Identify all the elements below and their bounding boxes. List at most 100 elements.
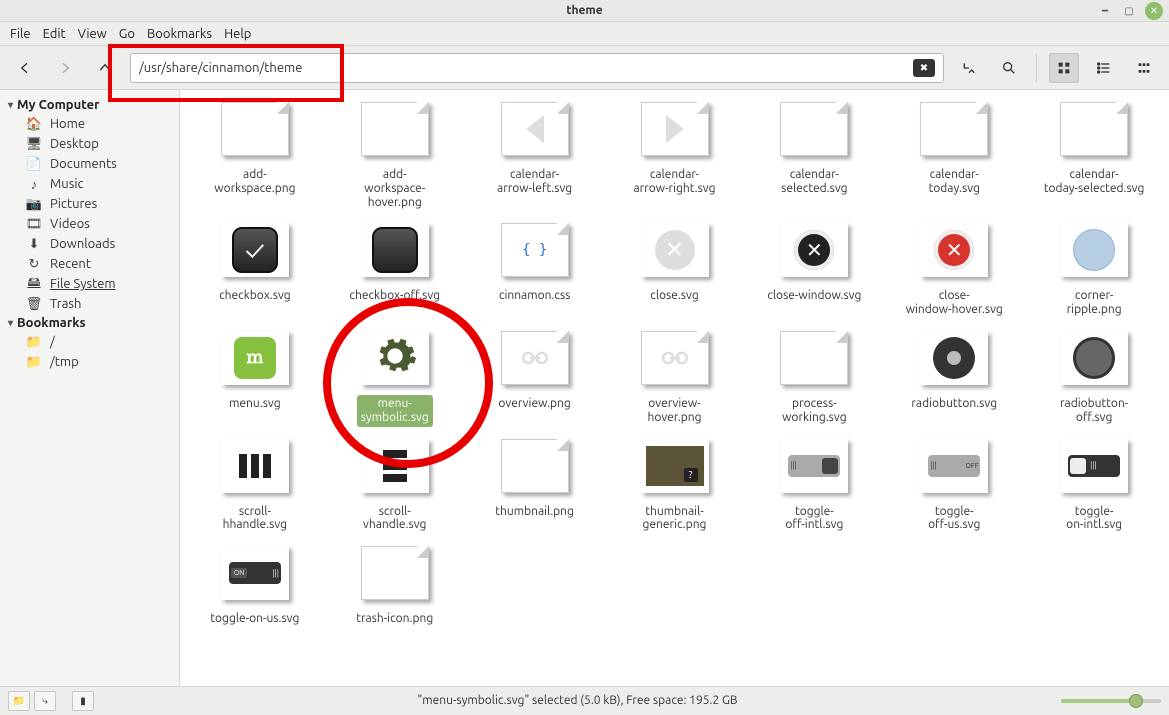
file-item[interactable]: |||OFFtoggle-off-us.svg	[885, 433, 1023, 541]
menu-view[interactable]: View	[78, 27, 107, 41]
file-item[interactable]: thumbnail.png	[466, 433, 604, 541]
menu-file[interactable]: File	[10, 27, 31, 41]
sidebar: My Computer 🏠Home 🖥Desktop 📄Documents ♪M…	[0, 90, 180, 686]
file-item[interactable]: overview.png	[466, 325, 604, 433]
minimize-button[interactable]: ━	[1097, 3, 1113, 19]
sidebar-head-bookmarks[interactable]: Bookmarks	[0, 314, 179, 332]
file-thumbnail: ✕	[641, 223, 709, 277]
file-item[interactable]: scroll-hhandle.svg	[186, 433, 324, 541]
recent-icon: ↻	[26, 257, 42, 271]
icon-view-button[interactable]	[1049, 53, 1079, 83]
file-item[interactable]: ✕close-window.svg	[745, 217, 883, 325]
sidebar-item-music[interactable]: ♪Music	[0, 174, 179, 194]
file-thumbnail	[361, 102, 429, 156]
file-label: add-workspace.png	[210, 166, 299, 198]
sidebar-item-recent[interactable]: ↻Recent	[0, 254, 179, 274]
sidebar-item-desktop[interactable]: 🖥Desktop	[0, 134, 179, 154]
file-thumbnail	[501, 439, 569, 493]
file-item[interactable]: { }cinnamon.css	[466, 217, 604, 325]
file-item[interactable]: ON|||toggle-on-us.svg	[186, 540, 324, 634]
file-label: thumbnail-generic.png	[639, 503, 711, 535]
sidebar-item-tmp[interactable]: 📁/tmp	[0, 352, 179, 372]
close-button[interactable]: ✕	[1145, 2, 1163, 20]
file-thumbnail	[641, 102, 709, 156]
file-item[interactable]: corner-ripple.png	[1025, 217, 1163, 325]
sidebar-item-filesystem[interactable]: 🖴File System	[0, 274, 179, 294]
sidebar-head-mycomputer[interactable]: My Computer	[0, 96, 179, 114]
file-item[interactable]: add-workspace.png	[186, 96, 324, 217]
file-thumbnail	[920, 331, 988, 385]
zoom-slider[interactable]	[1061, 699, 1161, 703]
toggle-path-button[interactable]	[954, 53, 984, 83]
downloads-icon: ⬇	[26, 237, 42, 251]
file-thumbnail	[641, 331, 709, 385]
file-item[interactable]: trash-icon.png	[326, 540, 464, 634]
file-item[interactable]: ✓checkbox.svg	[186, 217, 324, 325]
file-item[interactable]: calendar-today.svg	[885, 96, 1023, 217]
search-button[interactable]	[994, 53, 1024, 83]
list-view-button[interactable]	[1089, 53, 1119, 83]
file-item[interactable]: |||toggle-off-intl.svg	[745, 433, 883, 541]
file-thumbnail: { }	[501, 223, 569, 277]
maximize-button[interactable]: ▢	[1121, 3, 1137, 19]
file-view[interactable]: add-workspace.png add-workspace-hover.png…	[180, 90, 1169, 686]
menubar: File Edit View Go Bookmarks Help	[0, 22, 1169, 46]
file-item[interactable]: menu-symbolic.svg	[326, 325, 464, 433]
sidebar-item-downloads[interactable]: ⬇Downloads	[0, 234, 179, 254]
file-label: calendar-today-selected.svg	[1040, 166, 1149, 198]
file-item[interactable]: process-working.svg	[745, 325, 883, 433]
window-controls: ━ ▢ ✕	[1097, 2, 1163, 20]
file-thumbnail	[361, 331, 429, 385]
menu-help[interactable]: Help	[224, 27, 251, 41]
file-label: scroll-vhandle.svg	[359, 503, 430, 535]
sidebar-item-trash[interactable]: 🗑Trash	[0, 294, 179, 314]
file-label: checkbox.svg	[215, 287, 295, 305]
file-item[interactable]: calendar-arrow-left.svg	[466, 96, 604, 217]
file-item[interactable]: |||toggle-on-intl.svg	[1025, 433, 1163, 541]
file-item[interactable]: calendar-selected.svg	[745, 96, 883, 217]
path-bar[interactable]: /usr/share/cinnamon/theme ✖	[130, 53, 944, 83]
clear-path-icon[interactable]: ✖	[913, 59, 935, 77]
file-item[interactable]: add-workspace-hover.png	[326, 96, 464, 217]
file-label: toggle-on-intl.svg	[1062, 503, 1126, 535]
file-item[interactable]: radiobutton-off.svg	[1025, 325, 1163, 433]
file-item[interactable]: ✕close.svg	[606, 217, 744, 325]
trash-icon: 🗑	[26, 297, 42, 311]
file-label: toggle-on-us.svg	[206, 610, 303, 628]
compact-view-button[interactable]	[1129, 53, 1159, 83]
window-title: theme	[566, 4, 602, 17]
sidebar-item-documents[interactable]: 📄Documents	[0, 154, 179, 174]
file-item[interactable]: calendar-today-selected.svg	[1025, 96, 1163, 217]
file-item[interactable]: ⅿmenu.svg	[186, 325, 324, 433]
file-item[interactable]: scroll-vhandle.svg	[326, 433, 464, 541]
up-button[interactable]	[90, 53, 120, 83]
file-label: close-window-hover.svg	[902, 287, 1007, 319]
file-thumbnail: ✕	[920, 223, 988, 277]
file-item[interactable]: checkbox-off.svg	[326, 217, 464, 325]
menu-bookmarks[interactable]: Bookmarks	[147, 27, 212, 41]
show-hidden-button[interactable]: ▮	[72, 691, 94, 711]
back-button[interactable]	[10, 53, 40, 83]
sidebar-item-videos[interactable]: 🎞Videos	[0, 214, 179, 234]
folder-icon: 📁	[26, 355, 42, 369]
file-label: toggle-off-intl.svg	[781, 503, 847, 535]
forward-button[interactable]	[50, 53, 80, 83]
file-label: overview-hover.png	[643, 395, 705, 427]
file-item[interactable]: ✕ close-window-hover.svg	[885, 217, 1023, 325]
tree-toggle-button[interactable]: ⤷	[34, 691, 56, 711]
file-label: trash-icon.png	[352, 610, 437, 628]
status-bar: 📁 ⤷ ▮ "menu-symbolic.svg" selected (5.0 …	[0, 686, 1169, 714]
menu-go[interactable]: Go	[119, 27, 135, 41]
file-thumbnail	[221, 439, 289, 493]
file-item[interactable]: overview-hover.png	[606, 325, 744, 433]
file-item[interactable]: radiobutton.svg	[885, 325, 1023, 433]
sidebar-item-home[interactable]: 🏠Home	[0, 114, 179, 134]
file-item[interactable]: thumbnail-generic.png	[606, 433, 744, 541]
sidebar-item-pictures[interactable]: 📷Pictures	[0, 194, 179, 214]
file-item[interactable]: calendar-arrow-right.svg	[606, 96, 744, 217]
menu-edit[interactable]: Edit	[43, 27, 66, 41]
sidebar-item-root[interactable]: 📁/	[0, 332, 179, 352]
file-thumbnail	[501, 102, 569, 156]
places-toggle-button[interactable]: 📁	[8, 691, 30, 711]
file-label: close-window.svg	[763, 287, 865, 305]
